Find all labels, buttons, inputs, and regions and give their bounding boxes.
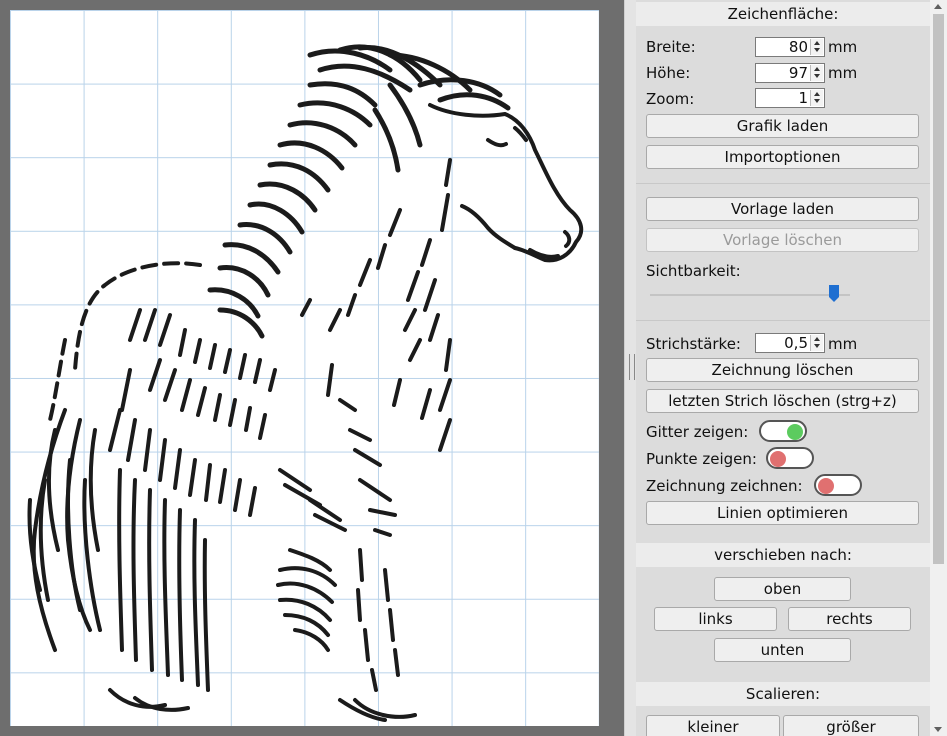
scale-smaller-button[interactable]: kleiner: [646, 715, 780, 736]
show-grid-toggle[interactable]: [759, 420, 807, 442]
visibility-label: Sichtbarkeit:: [646, 262, 741, 280]
toggle-knob-on: [787, 424, 803, 440]
move-right-button[interactable]: rechts: [788, 607, 911, 631]
width-value: 80: [788, 38, 808, 56]
show-points-toggle[interactable]: [766, 447, 814, 469]
height-label: Höhe:: [646, 64, 691, 82]
delete-template-button[interactable]: Vorlage löschen: [646, 228, 919, 252]
divider: [636, 183, 930, 184]
visibility-slider-track[interactable]: [650, 294, 850, 296]
load-template-button[interactable]: Vorlage laden: [646, 197, 919, 221]
toggle-knob-off: [770, 451, 786, 467]
move-left-button[interactable]: links: [654, 607, 777, 631]
scale-bigger-button[interactable]: größer: [783, 715, 919, 736]
width-label: Breite:: [646, 38, 696, 56]
stroke-unit: mm: [828, 335, 858, 353]
scroll-down-icon[interactable]: [934, 727, 942, 732]
move-section-title: verschieben nach:: [636, 543, 930, 567]
move-up-button[interactable]: oben: [714, 577, 851, 601]
stroke-width-label: Strichstärke:: [646, 335, 741, 353]
divider: [636, 320, 930, 321]
draw-drawing-label: Zeichnung zeichnen:: [646, 477, 803, 495]
drawing-canvas[interactable]: [10, 10, 599, 726]
clear-drawing-button[interactable]: Zeichnung löschen: [646, 358, 919, 382]
height-unit: mm: [828, 64, 858, 82]
load-graphic-button[interactable]: Grafik laden: [646, 114, 919, 138]
settings-panel: Zeichenfläche: Breite: 80 mm Höhe: 97 mm…: [636, 0, 930, 736]
width-unit: mm: [828, 38, 858, 56]
stroke-spin-icon[interactable]: [810, 335, 823, 351]
optimize-lines-button[interactable]: Linien optimieren: [646, 501, 919, 525]
import-options-button[interactable]: Importoptionen: [646, 145, 919, 169]
height-input[interactable]: 97: [755, 63, 825, 83]
splitter-grip-icon: [629, 354, 635, 380]
stroke-width-value: 0,5: [784, 334, 808, 352]
undo-last-stroke-button[interactable]: letzten Strich löschen (strg+z): [646, 389, 919, 413]
show-grid-label: Gitter zeigen:: [646, 423, 749, 441]
toggle-knob-off: [818, 478, 834, 494]
zoom-value: 1: [798, 89, 808, 107]
width-input[interactable]: 80: [755, 37, 825, 57]
scroll-up-icon[interactable]: [934, 4, 942, 9]
scrollbar-thumb[interactable]: [933, 14, 944, 564]
width-spin-icon[interactable]: [810, 39, 823, 55]
horse-drawing: [27, 44, 584, 722]
visibility-slider-thumb[interactable]: [829, 285, 839, 302]
zoom-input[interactable]: 1: [755, 88, 825, 108]
zoom-label: Zoom:: [646, 90, 695, 108]
height-spin-icon[interactable]: [810, 65, 823, 81]
canvas-section-title: Zeichenfläche:: [636, 2, 930, 26]
stroke-width-input[interactable]: 0,5: [755, 333, 825, 353]
draw-drawing-toggle[interactable]: [814, 474, 862, 496]
scale-section-title: Scalieren:: [636, 682, 930, 706]
canvas-area: [0, 0, 624, 736]
show-points-label: Punkte zeigen:: [646, 450, 757, 468]
panel-scrollbar[interactable]: [930, 0, 947, 736]
height-value: 97: [788, 64, 808, 82]
move-down-button[interactable]: unten: [714, 638, 851, 662]
zoom-spin-icon[interactable]: [810, 90, 823, 106]
